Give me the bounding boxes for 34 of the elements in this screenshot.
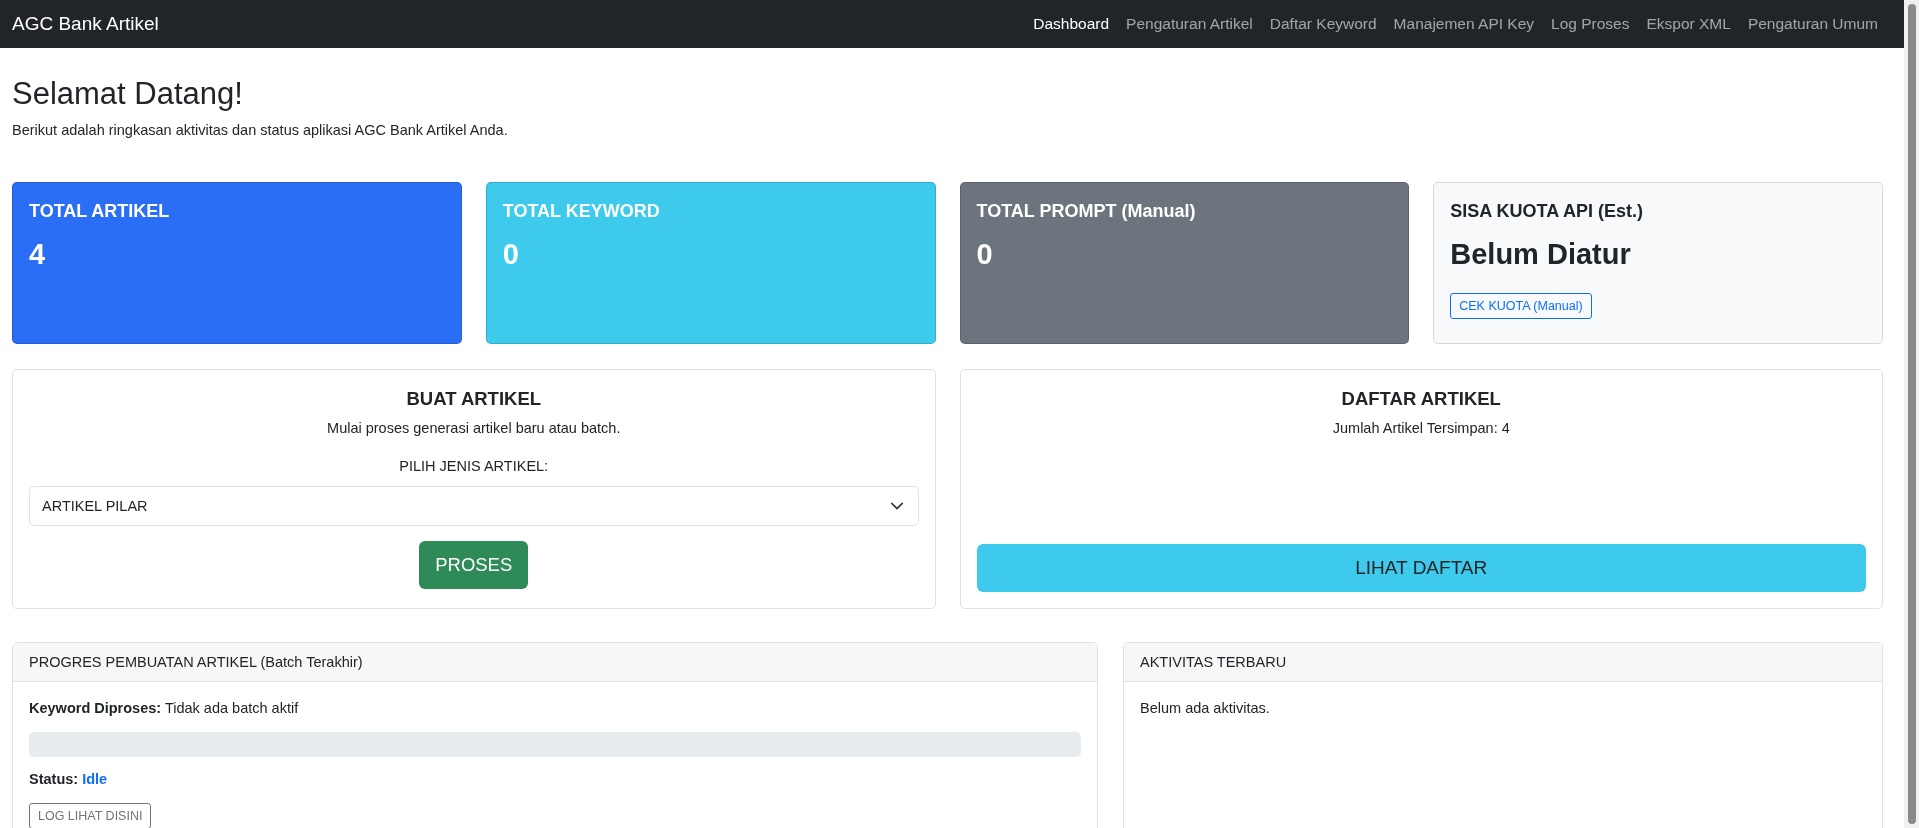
stat-title: SISA KUOTA API (Est.) [1450, 201, 1643, 222]
stat-title: TOTAL ARTIKEL [29, 201, 170, 222]
check-quota-button[interactable]: CEK KUOTA (Manual) [1450, 293, 1592, 319]
panel-description: Jumlah Artikel Tersimpan: 4 [1332, 420, 1510, 436]
status-text: Status: Idle [29, 771, 108, 787]
activity-message: Belum ada aktivitas. [1140, 700, 1270, 716]
process-button[interactable]: PROSES [419, 541, 529, 589]
nav-link[interactable]: Pengaturan Artikel [1126, 15, 1253, 33]
card-header: AKTIVITAS TERBARU [1124, 643, 1882, 682]
keyword-status-text: Keyword Diproses: Tidak ada batch aktif [29, 700, 299, 716]
select-label: PILIH JENIS ARTIKEL: [399, 458, 549, 474]
nav-link[interactable]: Dashboard [1033, 15, 1110, 33]
page-subtitle: Berikut adalah ringkasan aktivitas dan status aplikasi AGC Bank Artikel Anda. [12, 122, 509, 138]
brand-link[interactable]: AGC Bank Artikel [12, 13, 159, 35]
article-type-select[interactable]: ARTIKEL PILAR [29, 486, 919, 526]
panel-title: BUAT ARTIKEL [406, 388, 542, 410]
stat-title: TOTAL PROMPT (Manual) [976, 201, 1196, 222]
nav-link[interactable]: Daftar Keyword [1269, 15, 1377, 33]
stat-value: Belum Diatur [1450, 238, 1631, 271]
stat-value: 4 [29, 238, 46, 271]
stat-title: TOTAL KEYWORD [502, 201, 660, 222]
stat-value: 0 [976, 238, 993, 271]
nav-link[interactable]: Pengaturan Umum [1747, 15, 1878, 33]
nav-link[interactable]: Log Proses [1551, 15, 1630, 33]
stat-value: 0 [502, 238, 519, 271]
nav-link[interactable]: Ekspor XML [1646, 15, 1731, 33]
panel-title: DAFTAR ARTIKEL [1341, 388, 1501, 410]
nav-link[interactable]: Manajemen API Key [1393, 15, 1535, 33]
page-title: Selamat Datang! [12, 76, 244, 112]
panel-description: Mulai proses generasi artikel baru atau batch. [327, 420, 621, 436]
card-header: PROGRES PEMBUATAN ARTIKEL (Batch Terakhir) [13, 643, 1097, 682]
view-list-button[interactable]: LIHAT DAFTAR [976, 544, 1866, 592]
scrollbar[interactable] [1904, 0, 1919, 828]
log-button[interactable]: LOG LIHAT DISINI [29, 803, 152, 828]
